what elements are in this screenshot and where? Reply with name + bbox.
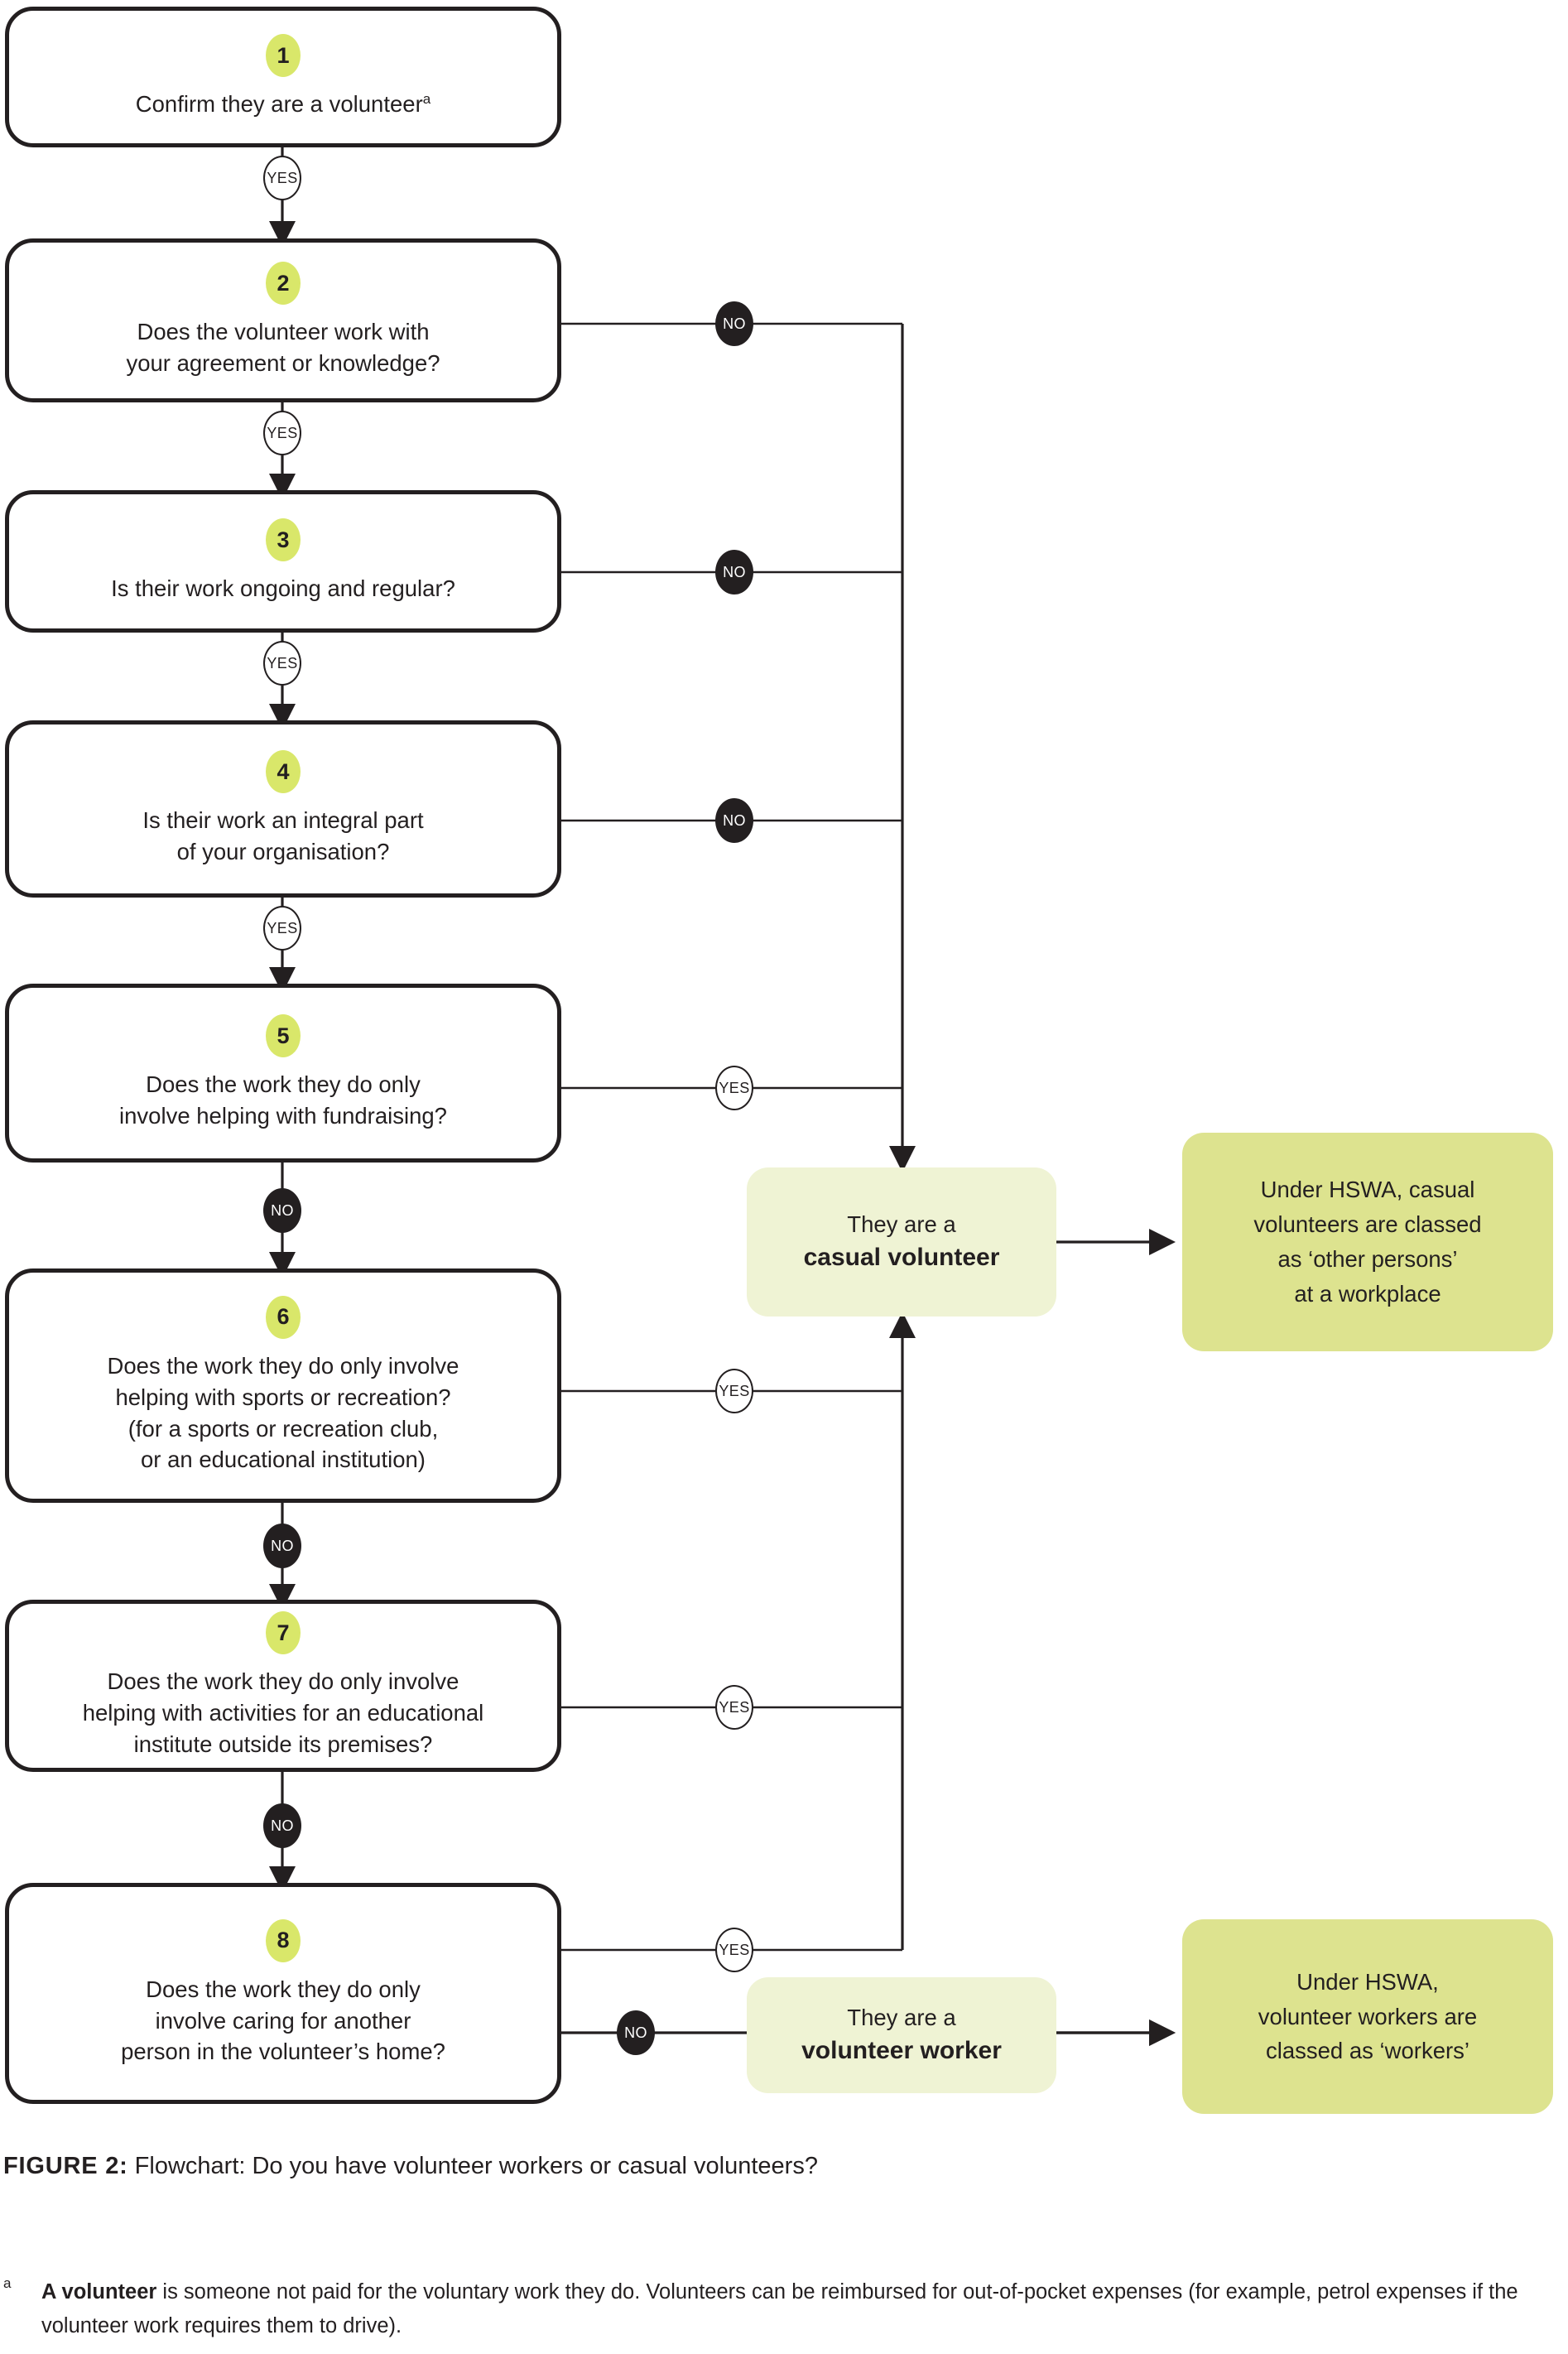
outcome-casual-strong: casual volunteer	[803, 1244, 1000, 1272]
node-2-box[interactable]: 2 Does the volunteer work with your agre…	[5, 238, 561, 402]
edge-label-5-to-6-no: NO	[263, 1188, 301, 1233]
outcome-volunteer-worker-box[interactable]: They are a volunteer worker	[747, 1977, 1056, 2093]
edge-label-8-no: NO	[617, 2010, 655, 2055]
edge-label-4-to-5-yes: YES	[263, 906, 301, 951]
edge-label-1-to-2-yes: YES	[263, 156, 301, 200]
footnote-text: A volunteer is someone not paid for the …	[3, 2275, 1527, 2344]
footnote-bold-lead: A volunteer	[41, 2280, 157, 2303]
node-7-box[interactable]: 7 Does the work they do only involve hel…	[5, 1600, 561, 1772]
node-6-box[interactable]: 6 Does the work they do only involve hel…	[5, 1268, 561, 1503]
edge-label-2-to-3-yes: YES	[263, 411, 301, 455]
figure-caption-text: Flowchart: Do you have volunteer workers…	[134, 2153, 818, 2179]
edge-label-3-to-4-yes: YES	[263, 641, 301, 686]
node-3-number: 3	[266, 518, 301, 562]
footnote-ref-a: a	[422, 90, 431, 107]
edge-label-7-to-8-no: NO	[263, 1803, 301, 1848]
node-4-text: Is their work an integral part of your o…	[142, 807, 424, 864]
edge-label-3-no: NO	[715, 550, 753, 595]
outcome-casual-result-text: Under HSWA, casual volunteers are classe…	[1253, 1177, 1482, 1307]
node-3-text: Is their work ongoing and regular?	[111, 575, 455, 602]
node-2-number: 2	[266, 262, 301, 306]
node-7-text: Does the work they do only involve helpi…	[82, 1668, 484, 1757]
node-1-text: Confirm they are a volunteera	[135, 90, 431, 118]
node-8-text: Does the work they do only involve carin…	[121, 1976, 445, 2065]
edge-label-8-yes: YES	[715, 1928, 753, 1972]
flowchart-page: 1 Confirm they are a volunteera 2 Does t…	[0, 0, 1568, 2354]
figure-caption: FIGURE 2: Flowchart: Do you have volunte…	[3, 2153, 818, 2180]
outcome-casual-lead: They are a	[847, 1211, 956, 1237]
outcome-worker-result-box[interactable]: Under HSWA, volunteer workers are classe…	[1182, 1919, 1553, 2114]
edge-label-6-yes: YES	[715, 1369, 753, 1413]
outcome-worker-strong: volunteer worker	[801, 2037, 1002, 2065]
node-6-number: 6	[266, 1295, 301, 1339]
edge-label-4-no: NO	[715, 798, 753, 843]
node-2-text: Does the volunteer work with your agreem…	[126, 319, 440, 376]
outcome-worker-lead: They are a	[847, 2004, 956, 2030]
outcome-casual-result-box[interactable]: Under HSWA, casual volunteers are classe…	[1182, 1133, 1553, 1351]
edge-label-6-to-7-no: NO	[263, 1524, 301, 1568]
node-6-text: Does the work they do only involve helpi…	[107, 1352, 459, 1473]
node-8-number: 8	[266, 1918, 301, 1962]
node-5-number: 5	[266, 1014, 301, 1058]
node-7-number: 7	[266, 1611, 301, 1655]
node-1-box[interactable]: 1 Confirm they are a volunteera	[5, 7, 561, 147]
node-3-box[interactable]: 3 Is their work ongoing and regular?	[5, 490, 561, 633]
footnote-marker: a	[3, 2275, 12, 2291]
footnote-rest: is someone not paid for the voluntary wo…	[41, 2280, 1518, 2338]
node-4-box[interactable]: 4 Is their work an integral part of your…	[5, 720, 561, 898]
outcome-worker-result-text: Under HSWA, volunteer workers are classe…	[1258, 1968, 1478, 2064]
node-5-text: Does the work they do only involve helpi…	[119, 1071, 447, 1129]
node-5-box[interactable]: 5 Does the work they do only involve hel…	[5, 984, 561, 1163]
edge-label-5-yes: YES	[715, 1066, 753, 1110]
outcome-casual-volunteer-box[interactable]: They are a casual volunteer	[747, 1167, 1056, 1317]
node-1-number: 1	[266, 34, 301, 78]
figure-label: FIGURE 2:	[3, 2153, 128, 2179]
footnote: a A volunteer is someone not paid for th…	[3, 2275, 1527, 2344]
node-8-box[interactable]: 8 Does the work they do only involve car…	[5, 1883, 561, 2104]
node-4-number: 4	[266, 750, 301, 794]
edge-label-2-no: NO	[715, 301, 753, 346]
edge-label-7-yes: YES	[715, 1685, 753, 1730]
